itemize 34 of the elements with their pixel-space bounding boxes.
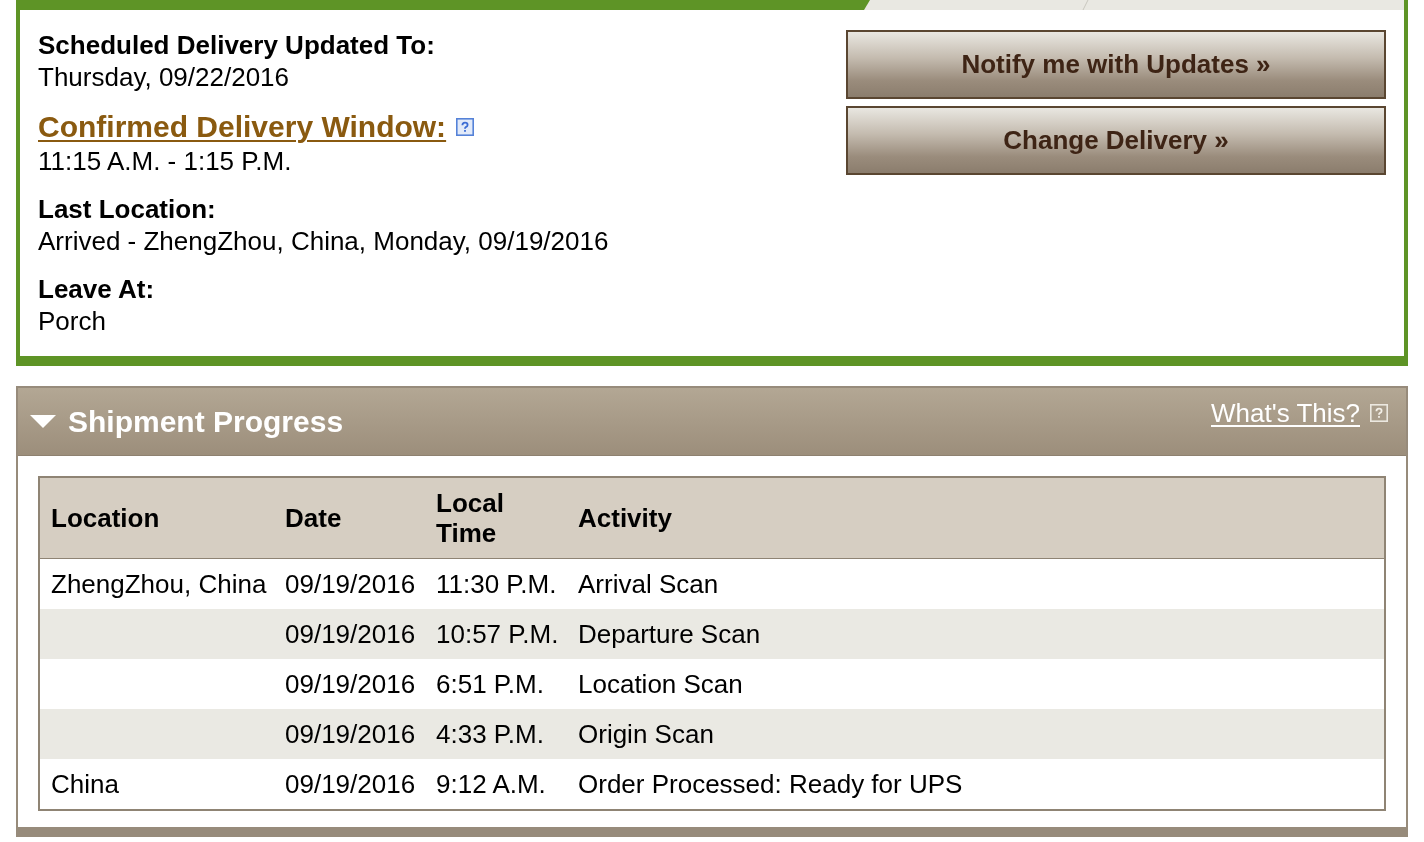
detail-label: Last Location: [38,193,217,225]
table-cell: 11:30 P.M. [425,558,567,609]
table-cell: 6:51 P.M. [425,659,567,709]
column-header: Activity [567,477,1385,559]
column-header: Location [39,477,274,559]
detail-label: Scheduled Delivery Updated To: [38,29,436,61]
table-cell: 9:12 A.M. [425,759,567,810]
detail-label: Leave At: [38,273,156,305]
column-header: Date [274,477,425,559]
table-cell: China [39,759,274,810]
action-button[interactable]: Change Delivery » [846,106,1386,175]
detail-value: 11:15 A.M. - 1:15 P.M. [38,145,293,177]
detail-value: Arrived - ZhengZhou, China, Monday, 09/19/2016 [38,225,610,257]
detail-value: Porch [38,305,107,337]
delivery-window-link[interactable]: Confirmed Delivery Window: [38,109,447,145]
action-button[interactable]: Notify me with Updates » [846,30,1386,99]
panel-title: Shipment Progress [68,403,344,440]
table-cell: 10:57 P.M. [425,609,567,659]
column-header: Local Time [425,477,567,559]
table-cell: 09/19/2016 [274,759,425,810]
help-icon[interactable] [456,118,475,136]
table-cell: 09/19/2016 [274,558,425,609]
table-cell: ZhengZhou, China [39,558,274,609]
table-cell: Origin Scan [567,709,1385,759]
table-cell: 09/19/2016 [274,609,425,659]
table-cell: 4:33 P.M. [425,709,567,759]
table-cell: 09/19/2016 [274,709,425,759]
table-cell: Order Processed: Ready for UPS [567,759,1385,810]
table-cell: Departure Scan [567,609,1385,659]
table-cell: 09/19/2016 [274,659,425,709]
detail-value: Thursday, 09/22/2016 [38,61,291,93]
table-cell: Location Scan [567,659,1385,709]
caret-icon[interactable] [30,415,56,428]
table-cell: Arrival Scan [567,558,1385,609]
